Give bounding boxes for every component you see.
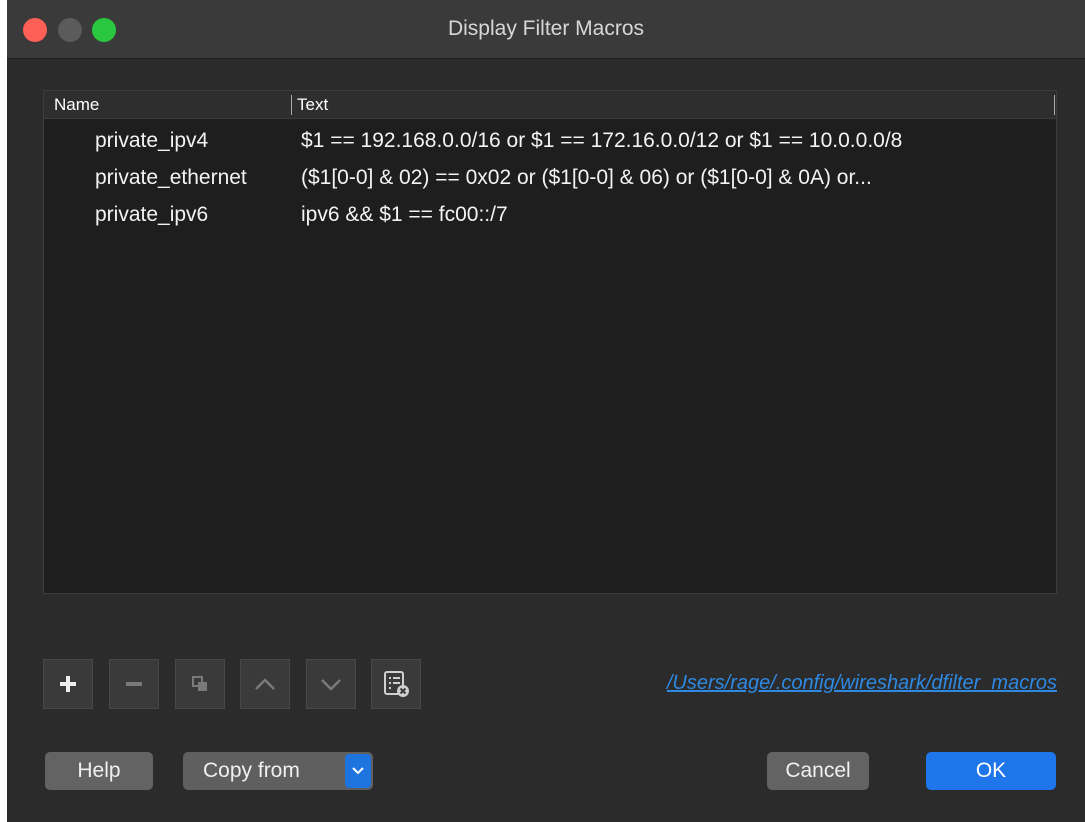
macro-text[interactable]: $1 == 192.168.0.0/16 or $1 == 172.16.0.0… <box>301 122 902 159</box>
help-button[interactable]: Help <box>45 752 153 790</box>
macro-text[interactable]: ($1[0-0] & 02) == 0x02 or ($1[0-0] & 06)… <box>301 159 872 196</box>
copy-from-button[interactable]: Copy from <box>183 752 373 790</box>
macros-table[interactable]: Name Text private_ipv4 $1 == 192.168.0.0… <box>43 90 1057 594</box>
column-divider[interactable] <box>1054 95 1055 115</box>
column-header-name[interactable]: Name <box>54 91 99 118</box>
table-rows: private_ipv4 $1 == 192.168.0.0/16 or $1 … <box>44 122 1056 233</box>
table-header: Name Text <box>44 91 1056 119</box>
dialog-window: Display Filter Macros Name Text private_… <box>7 0 1085 822</box>
table-row[interactable]: private_ethernet ($1[0-0] & 02) == 0x02 … <box>44 159 1056 196</box>
cancel-button[interactable]: Cancel <box>767 752 869 790</box>
copy-icon <box>192 676 207 691</box>
copy-button[interactable] <box>175 659 225 709</box>
remove-icon <box>126 682 142 686</box>
add-button[interactable] <box>43 659 93 709</box>
clear-icon <box>384 671 409 697</box>
macro-name[interactable]: private_ethernet <box>95 159 247 196</box>
chevron-down-icon[interactable] <box>345 754 371 788</box>
column-divider[interactable] <box>291 95 292 115</box>
title-bar: Display Filter Macros <box>7 0 1085 59</box>
macro-name[interactable]: private_ipv4 <box>95 122 208 159</box>
window-title: Display Filter Macros <box>447 17 645 40</box>
copy-from-label: Copy from <box>203 759 300 782</box>
column-header-text[interactable]: Text <box>297 91 328 118</box>
table-row[interactable]: private_ipv6 ipv6 && $1 == fc00::/7 <box>44 196 1056 233</box>
move-up-button[interactable] <box>240 659 290 709</box>
move-down-icon <box>321 679 341 691</box>
macro-name[interactable]: private_ipv6 <box>95 196 208 233</box>
clear-button[interactable] <box>371 659 421 709</box>
table-row[interactable]: private_ipv4 $1 == 192.168.0.0/16 or $1 … <box>44 122 1056 159</box>
move-down-button[interactable] <box>306 659 356 709</box>
move-up-icon <box>255 678 275 690</box>
remove-button[interactable] <box>109 659 159 709</box>
add-icon <box>60 676 76 692</box>
macro-text[interactable]: ipv6 && $1 == fc00::/7 <box>301 196 508 233</box>
ok-button[interactable]: OK <box>926 752 1056 790</box>
file-path-link[interactable]: /Users/rage/.config/wireshark/dfilter_ma… <box>667 672 1057 695</box>
